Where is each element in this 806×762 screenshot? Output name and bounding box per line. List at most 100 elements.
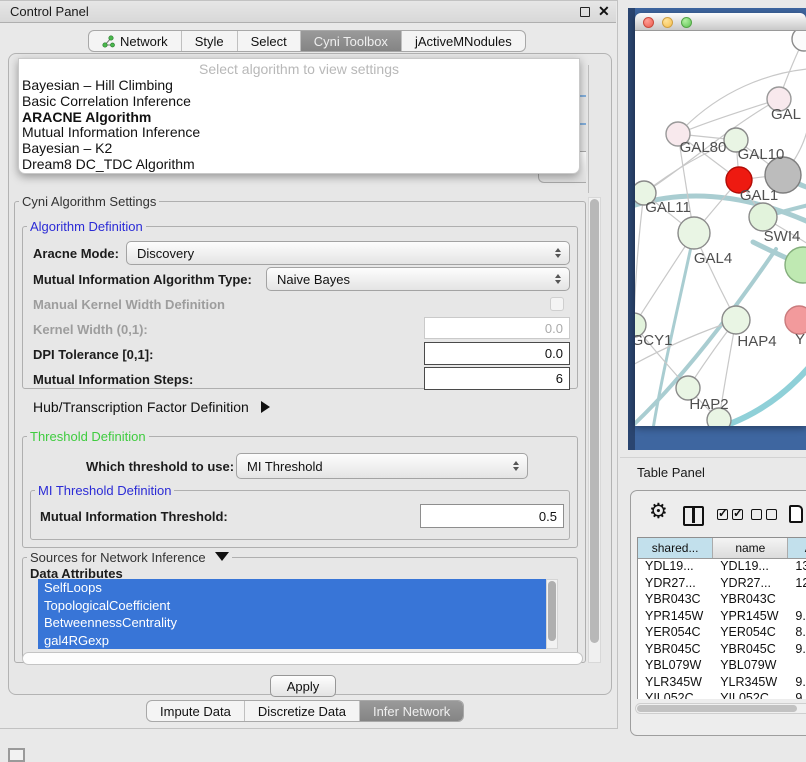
deselect-all-rows-icon[interactable] (751, 509, 777, 520)
minimized-window-icon[interactable] (8, 748, 25, 762)
tab-infer-network[interactable]: Infer Network (360, 701, 463, 721)
manual-kernel-label: Manual Kernel Width Definition (33, 297, 225, 312)
tab-style[interactable]: Style (182, 31, 238, 51)
attributes-scrollbar-thumb[interactable] (548, 581, 556, 641)
table-cell[interactable]: 9. (788, 609, 806, 626)
attribute-item-selected[interactable]: TopologicalCoefficient (38, 597, 546, 615)
table-row[interactable]: YLR345WYLR345W9. (638, 675, 806, 692)
network-node[interactable] (749, 203, 777, 231)
attribute-item-selected[interactable]: SelfLoops (38, 579, 546, 597)
network-node[interactable] (785, 306, 806, 334)
settings-scrollbar-thumb[interactable] (590, 199, 599, 643)
zoom-traffic-icon[interactable] (681, 17, 692, 28)
algorithm-option[interactable]: ARACNE Algorithm (19, 110, 579, 126)
mi-threshold-field[interactable]: 0.5 (420, 504, 564, 528)
apply-button[interactable]: Apply (270, 675, 336, 697)
table-row[interactable]: YBR045CYBR045C9. (638, 642, 806, 659)
select-all-rows-icon[interactable] (717, 509, 743, 520)
algorithm-option[interactable]: Mutual Information Inference (19, 125, 579, 141)
network-window-titlebar[interactable] (635, 13, 806, 31)
table-cell[interactable] (788, 592, 806, 609)
table-cell[interactable]: YER054C (713, 625, 788, 642)
kernel-width-field[interactable]: 0.0 (424, 317, 570, 339)
table-cell[interactable]: YBR043C (638, 592, 713, 609)
table-cell[interactable]: YER054C (638, 625, 713, 642)
network-node[interactable] (678, 217, 710, 249)
table-cell[interactable]: YPR145W (638, 609, 713, 626)
network-node[interactable] (792, 31, 806, 51)
table-row[interactable]: YBL079WYBL079W (638, 658, 806, 675)
table-row[interactable]: YBR043CYBR043C (638, 592, 806, 609)
algorithm-definition-title: Algorithm Definition (27, 219, 146, 234)
table-cell[interactable]: YDL19... (713, 559, 788, 576)
algorithm-option[interactable]: Bayesian – K2 (19, 141, 579, 157)
node-label: HAP2 (689, 396, 728, 413)
table-cell[interactable]: YLR345W (713, 675, 788, 692)
table-cell[interactable]: 12 (788, 576, 806, 593)
aracne-mode-select[interactable]: Discovery (126, 241, 570, 265)
attribute-item-selected[interactable]: BetweennessCentrality (38, 614, 546, 632)
table-cell[interactable]: YBL079W (638, 658, 713, 675)
table-row[interactable]: YDR27...YDR27...12 (638, 576, 806, 593)
table-scrollbar-thumb[interactable] (637, 705, 797, 712)
tab-network[interactable]: Network (89, 31, 182, 51)
tab-discretize-data[interactable]: Discretize Data (245, 701, 360, 721)
algorithm-option[interactable]: Basic Correlation Inference (19, 94, 579, 110)
document-icon[interactable] (789, 505, 803, 523)
table-cell[interactable]: YBR045C (713, 642, 788, 659)
table-cell[interactable] (788, 658, 806, 675)
table-cell[interactable]: YBR045C (638, 642, 713, 659)
table-cell[interactable]: 8. (788, 625, 806, 642)
table-row[interactable]: YDL19...YDL19...13 (638, 559, 806, 576)
algorithm-option[interactable]: Bayesian – Hill Climbing (19, 78, 579, 94)
float-window-icon[interactable] (580, 7, 590, 17)
which-threshold-value: MI Threshold (247, 459, 323, 474)
split-columns-icon[interactable] (683, 506, 704, 526)
column-header-2[interactable]: name (713, 538, 788, 558)
table-cell[interactable]: YBL079W (713, 658, 788, 675)
sources-horizontal-scrollbar[interactable] (22, 652, 583, 665)
network-edge[interactable] (635, 193, 644, 325)
algorithm-option[interactable]: Dream8 DC_TDC Algorithm (19, 157, 579, 173)
table-cell[interactable]: YDR27... (638, 576, 713, 593)
table-cell[interactable]: 9 (788, 691, 806, 699)
tab-impute-data[interactable]: Impute Data (147, 701, 245, 721)
mi-steps-field[interactable]: 6 (424, 367, 570, 390)
network-node[interactable] (722, 306, 750, 334)
table-cell[interactable]: YIL052C (713, 691, 788, 699)
network-edge[interactable] (678, 99, 779, 134)
close-icon[interactable]: ✕ (598, 3, 610, 20)
column-header-3[interactable]: A (788, 538, 806, 558)
dpi-tolerance-field[interactable]: 0.0 (424, 342, 570, 365)
attribute-item-selected[interactable]: gal4RGexp (38, 632, 546, 650)
table-cell[interactable]: 9. (788, 642, 806, 659)
which-threshold-select[interactable]: MI Threshold (236, 453, 528, 479)
table-cell[interactable]: YIL052C (638, 691, 713, 699)
table-cell[interactable]: 9. (788, 675, 806, 692)
column-header-1[interactable]: shared... (638, 538, 713, 558)
network-graph[interactable]: GALGAL80GAL10GAL1GAL11SWI4GAL4GCY1HAP4YH… (635, 31, 806, 426)
close-traffic-icon[interactable] (643, 17, 654, 28)
network-canvas[interactable]: GALGAL80GAL10GAL1GAL11SWI4GAL4GCY1HAP4YH… (635, 31, 806, 426)
gear-icon[interactable]: ⚙ (649, 499, 668, 524)
manual-kernel-checkbox[interactable] (550, 297, 564, 311)
table-cell[interactable]: YPR145W (713, 609, 788, 626)
tab-jactivemnodules[interactable]: jActiveMNodules (402, 31, 525, 51)
hub-definition-toggle[interactable]: Hub/Transcription Factor Definition (33, 399, 270, 415)
table-row[interactable]: YPR145WYPR145W9. (638, 609, 806, 626)
table-cell[interactable]: YDL19... (638, 559, 713, 576)
combo-arrows-icon (555, 274, 561, 284)
tab-select[interactable]: Select (238, 31, 301, 51)
table-cell[interactable]: YDR27... (713, 576, 788, 593)
expanded-arrow-icon[interactable] (215, 552, 229, 561)
table-row[interactable]: YER054CYER054C8. (638, 625, 806, 642)
table-cell[interactable]: 13 (788, 559, 806, 576)
table-cell[interactable]: YBR043C (713, 592, 788, 609)
mi-type-select[interactable]: Naive Bayes (266, 267, 570, 291)
network-node[interactable] (785, 247, 806, 283)
table-cell[interactable]: YLR345W (638, 675, 713, 692)
table-row[interactable]: YIL052CYIL052C9 (638, 691, 806, 699)
data-attributes-list[interactable]: SelfLoopsTopologicalCoefficientBetweenne… (38, 579, 546, 649)
tab-cyni-toolbox[interactable]: Cyni Toolbox (301, 31, 402, 51)
minimize-traffic-icon[interactable] (662, 17, 673, 28)
